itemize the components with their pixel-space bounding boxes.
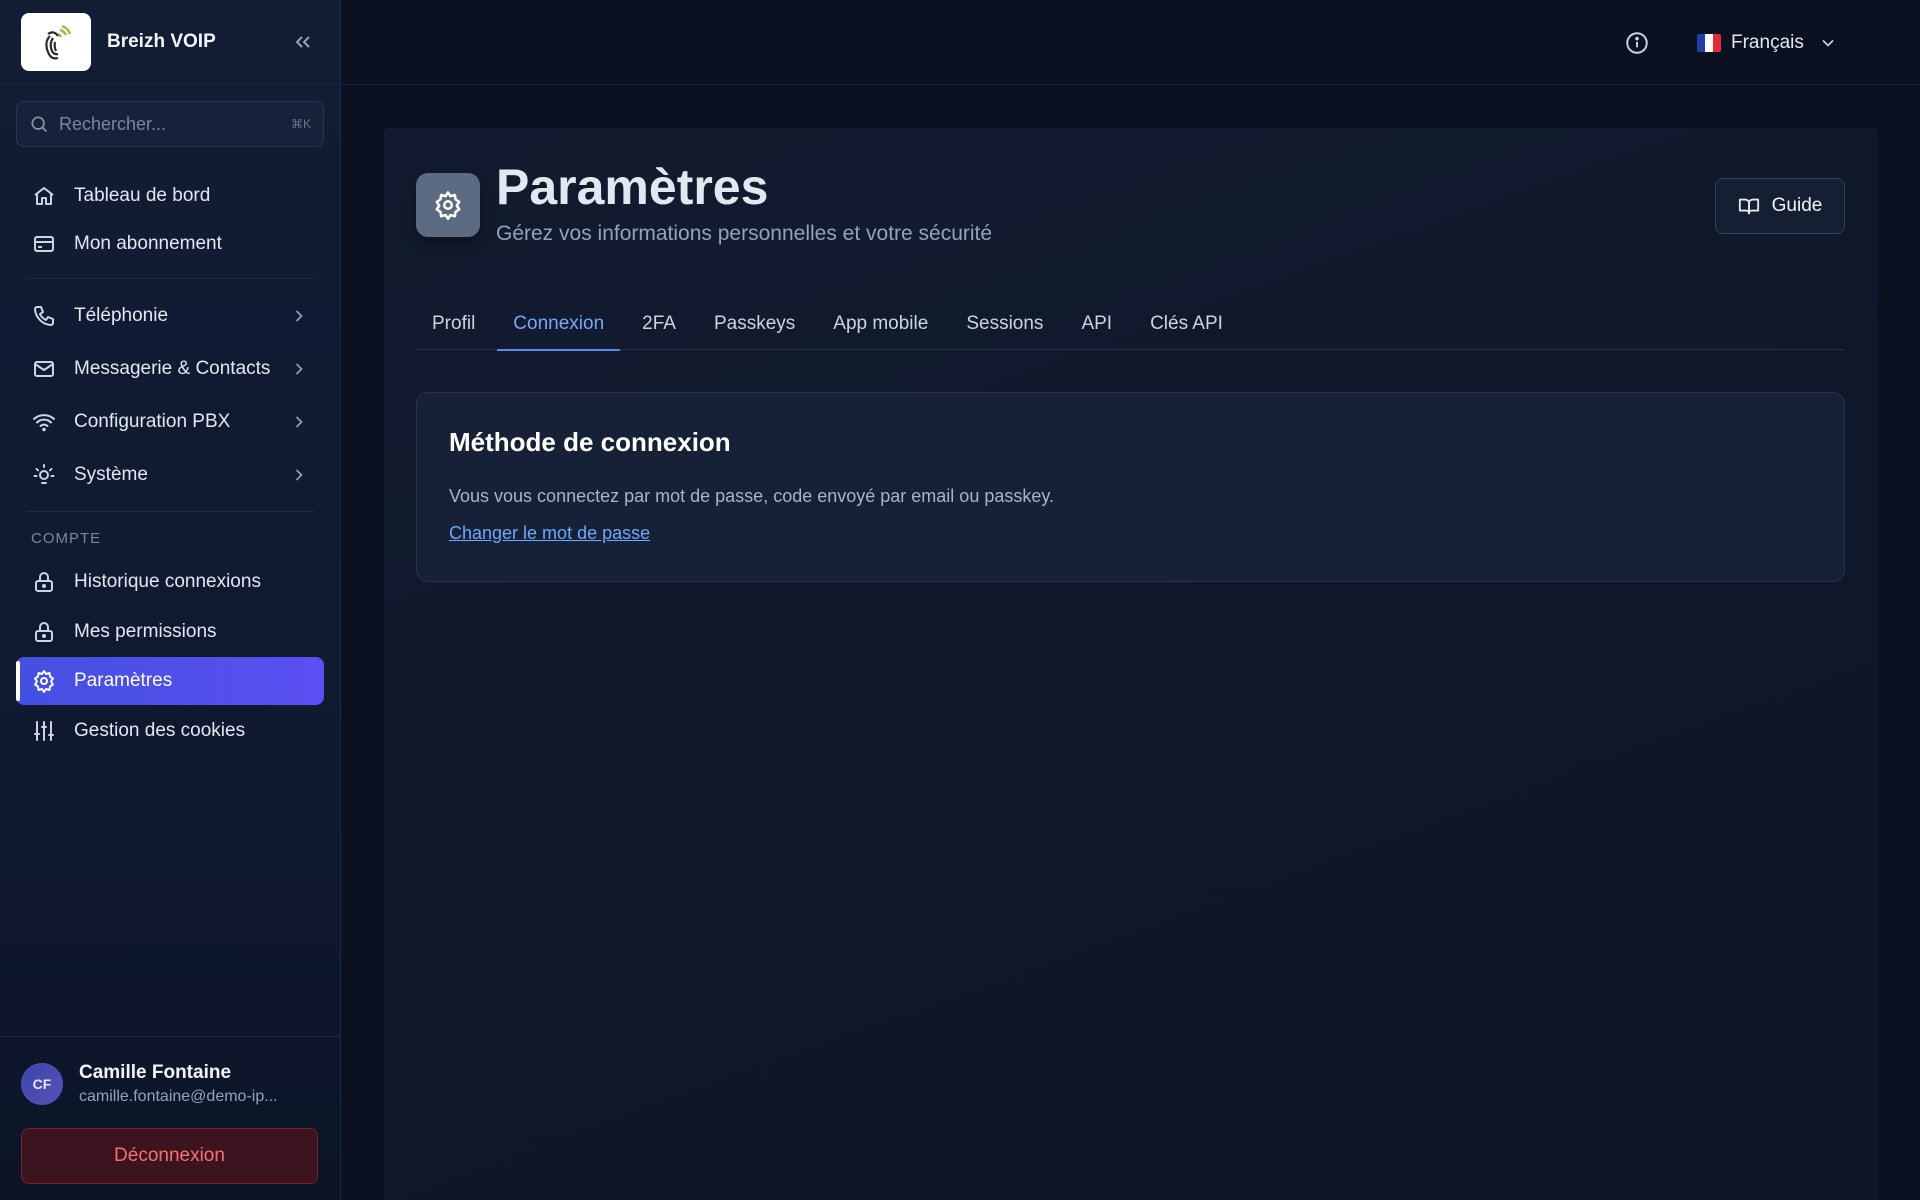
sidebar-item-subscription[interactable]: Mon abonnement: [16, 220, 324, 268]
info-button[interactable]: [1622, 28, 1652, 58]
chevron-right-icon: [289, 359, 309, 379]
search-input[interactable]: [58, 113, 291, 135]
info-icon: [1626, 32, 1648, 54]
user-profile[interactable]: CF Camille Fontaine camille.fontaine@dem…: [21, 1057, 320, 1111]
credit-card-icon: [31, 231, 57, 257]
lock-icon: [31, 569, 57, 595]
sidebar-item-label: Système: [74, 463, 148, 485]
language-selector[interactable]: Français: [1697, 22, 1838, 64]
search-shortcut: ⌘K: [290, 117, 311, 131]
user-name: Camille Fontaine: [79, 1062, 232, 1083]
book-open-icon: [1738, 195, 1760, 217]
tab-cles-api[interactable]: Clés API: [1134, 298, 1239, 350]
change-password-link[interactable]: Changer le mot de passe: [449, 523, 650, 544]
guide-label: Guide: [1771, 195, 1823, 216]
guide-button[interactable]: Guide: [1715, 178, 1845, 234]
avatar: CF: [21, 1063, 63, 1105]
sidebar-item-dashboard[interactable]: Tableau de bord: [16, 172, 324, 220]
card-title: Méthode de connexion: [449, 427, 731, 457]
tab-connexion[interactable]: Connexion: [497, 298, 620, 351]
sidebar-nav: Tableau de bord Mon abonnement Téléphoni…: [16, 172, 324, 757]
user-info: Camille Fontaine camille.fontaine@demo-i…: [79, 1062, 278, 1106]
gear-icon: [416, 173, 480, 237]
sidebar-item-telephony[interactable]: Téléphonie: [16, 289, 324, 342]
language-label: Français: [1731, 32, 1804, 53]
search-box[interactable]: ⌘K: [16, 101, 324, 147]
sidebar-item-cookies[interactable]: Gestion des cookies: [16, 705, 324, 757]
phone-icon: [31, 303, 57, 329]
card-description: Vous vous connectez par mot de passe, co…: [449, 486, 1055, 506]
sidebar-item-system[interactable]: Système: [16, 448, 324, 501]
sidebar-item-label: Tableau de bord: [74, 185, 211, 206]
logout-button[interactable]: Déconnexion: [21, 1128, 318, 1184]
sidebar-item-label: Configuration PBX: [74, 410, 231, 432]
tab-app-mobile[interactable]: App mobile: [817, 298, 944, 350]
sidebar-header: Breizh VOIP: [0, 0, 340, 85]
login-method-card: Méthode de connexion Vous vous connectez…: [416, 392, 1845, 582]
sidebar-item-label: Paramètres: [74, 670, 173, 691]
sidebar-item-label: Gestion des cookies: [74, 720, 246, 741]
gear-icon: [31, 668, 57, 694]
search-icon: [31, 116, 48, 133]
chevron-right-icon: [289, 465, 309, 485]
tab-passkeys[interactable]: Passkeys: [698, 298, 811, 350]
tab-profil[interactable]: Profil: [416, 298, 491, 350]
tab-api[interactable]: API: [1065, 298, 1128, 350]
sidebar-item-label: Messagerie & Contacts: [74, 357, 271, 379]
page-title: Paramètres: [496, 159, 769, 215]
user-email: camille.fontaine@demo-ip...: [79, 1088, 278, 1105]
brand-name: Breizh VOIP: [107, 31, 216, 52]
nav-divider: [26, 511, 314, 512]
sidebar-item-label: Mon abonnement: [74, 233, 222, 254]
sidebar-item-settings[interactable]: Paramètres: [16, 657, 324, 705]
france-flag-icon: [1697, 34, 1721, 52]
nav-divider: [26, 278, 314, 279]
sidebar-item-label: Historique connexions: [74, 571, 261, 592]
sidebar-item-label: Mes permissions: [74, 621, 217, 642]
tab-2fa[interactable]: 2FA: [626, 298, 692, 350]
page-subtitle: Gérez vos informations personnelles et v…: [496, 222, 993, 245]
lightbulb-icon: [31, 462, 57, 488]
sidebar: Breizh VOIP ⌘K Tableau de bord: [0, 0, 341, 1200]
fingerprint-logo-icon: [45, 24, 72, 60]
chevron-right-icon: [289, 306, 309, 326]
sidebar-item-permissions[interactable]: Mes permissions: [16, 607, 324, 657]
sliders-icon: [31, 718, 57, 744]
tab-sessions[interactable]: Sessions: [950, 298, 1059, 350]
sidebar-footer: CF Camille Fontaine camille.fontaine@dem…: [0, 1036, 341, 1200]
wifi-icon: [31, 409, 57, 435]
chevrons-left-icon: [295, 36, 310, 48]
sidebar-item-login-history[interactable]: Historique connexions: [16, 557, 324, 607]
settings-tabs: Profil Connexion 2FA Passkeys App mobile…: [416, 298, 1845, 351]
app-root: Breizh VOIP ⌘K Tableau de bord: [0, 0, 1920, 1200]
nav-section-title: COMPTE: [31, 530, 102, 547]
brand-logo[interactable]: [21, 13, 91, 71]
sidebar-item-messaging[interactable]: Messagerie & Contacts: [16, 342, 324, 395]
sidebar-item-pbx-config[interactable]: Configuration PBX: [16, 395, 324, 448]
sidebar-item-label: Téléphonie: [74, 304, 169, 326]
mail-icon: [31, 356, 57, 382]
chevron-right-icon: [289, 412, 309, 432]
main-panel: Paramètres Gérez vos informations person…: [384, 128, 1878, 1200]
home-icon: [31, 183, 57, 209]
chevron-down-icon: [1818, 33, 1838, 53]
topbar: Français: [341, 0, 1920, 85]
lock-icon: [31, 619, 57, 645]
collapse-sidebar-button[interactable]: [287, 26, 319, 58]
